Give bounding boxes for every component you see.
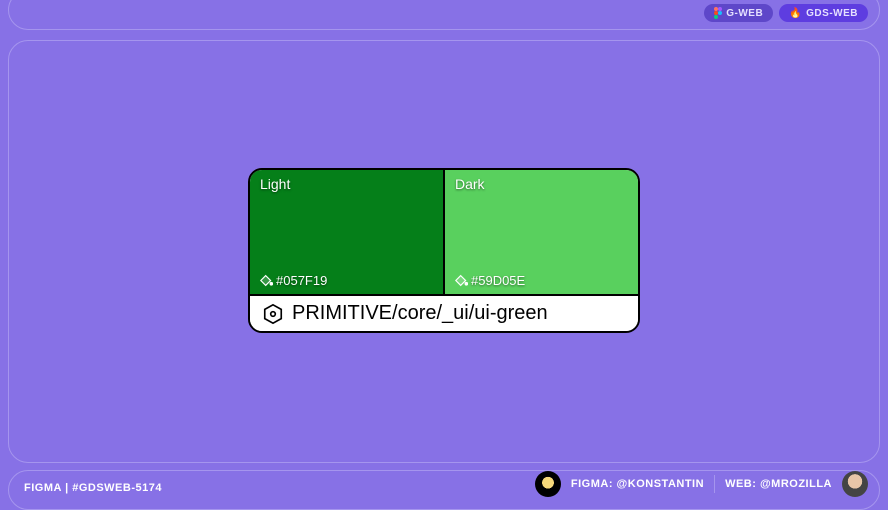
fire-icon: 🔥 [789,8,802,19]
tag-gdsweb[interactable]: 🔥 GDS-WEB [779,4,868,22]
swatch-name: PRIMITIVE/core/_ui/ui-green [292,302,548,325]
swatch-dark-hex-row: #59D05E [455,273,525,288]
figma-credit: FIGMA: @KONSTANTIN [571,478,704,490]
tag-gweb-label: G-WEB [726,8,763,19]
avatar-mrozilla [842,471,868,497]
tag-gweb[interactable]: G-WEB [704,4,773,22]
paint-bucket-icon [455,274,468,287]
footer-credits: FIGMA: @KONSTANTIN WEB: @MROZILLA [535,471,868,497]
swatch-card: Light #057F19 Dark #59D05E [248,168,640,333]
hexagon-icon [262,303,284,325]
web-credit: WEB: @MROZILLA [725,478,832,490]
swatch-row: Light #057F19 Dark #59D05E [250,170,638,294]
swatch-name-row: PRIMITIVE/core/_ui/ui-green [250,294,638,331]
paint-bucket-icon [260,274,273,287]
avatar-konstantin [535,471,561,497]
swatch-light-hex-row: #057F19 [260,273,327,288]
divider [714,475,715,493]
swatch-light: Light #057F19 [250,170,445,294]
swatch-dark-label: Dark [455,176,628,192]
swatch-dark: Dark #59D05E [445,170,638,294]
swatch-dark-hex: #59D05E [471,273,525,288]
figma-icon [714,7,722,19]
tags-row: G-WEB 🔥 GDS-WEB [704,4,868,22]
swatch-light-hex: #057F19 [276,273,327,288]
swatch-light-label: Light [260,176,433,192]
footer-ticket: FIGMA | #GDSWEB-5174 [24,482,162,494]
tag-gdsweb-label: GDS-WEB [806,8,858,19]
